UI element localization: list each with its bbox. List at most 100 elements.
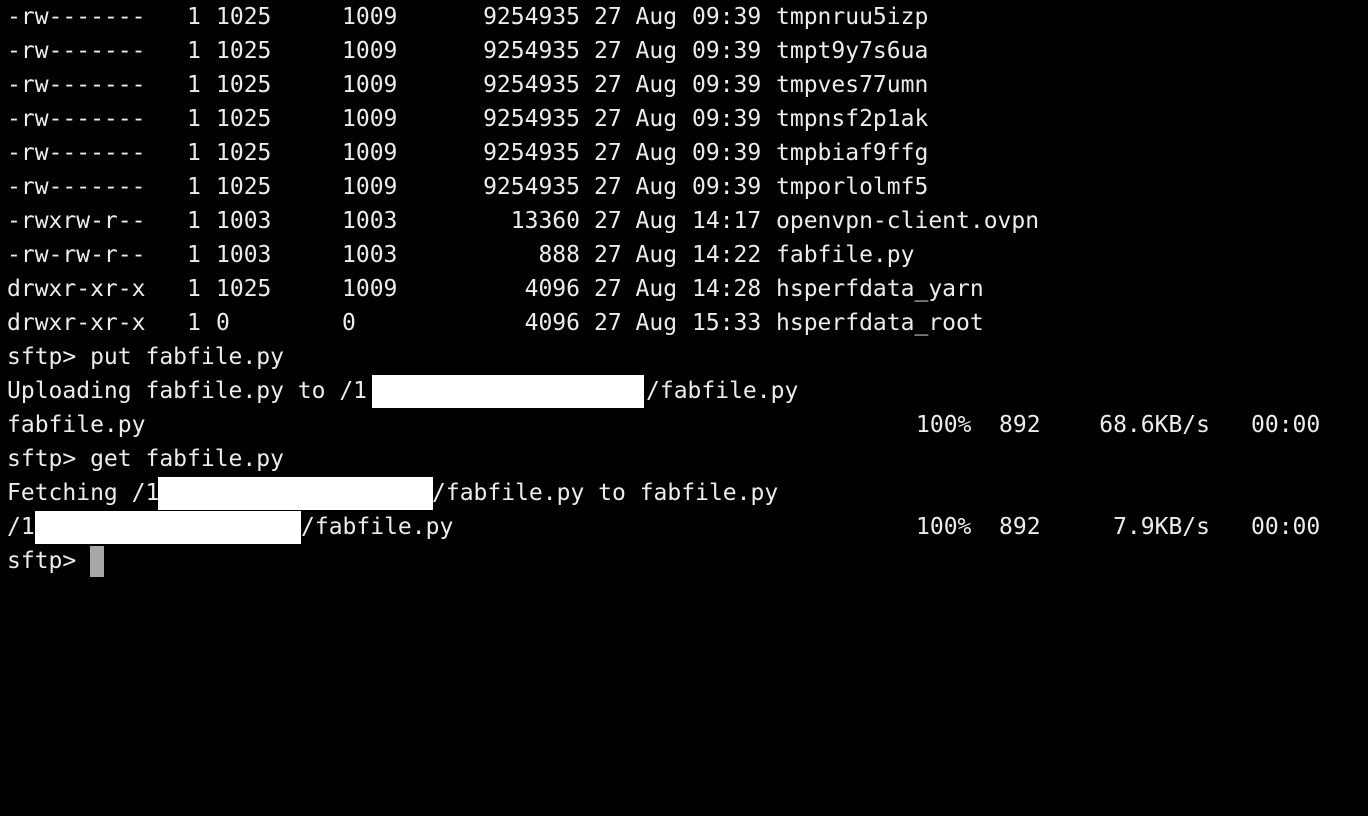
terminal-window[interactable]: -rw------- 1 1025 1009 9254935 27 Aug 09:39 tmp… [0,0,1368,602]
upload-progress-percent: 100% [916,412,972,438]
file-name: fabfile.py [776,242,915,268]
file-name: tmpnruu5izp [776,4,929,30]
file-time: 09:39 [692,106,762,132]
link-count: 1 [187,38,201,64]
permissions: -rw-rw-r-- [7,242,146,268]
upload-progress-file: fabfile.py [7,412,146,438]
owner-id: 1025 [216,106,272,132]
permissions: -rwxrw-r-- [7,208,146,234]
file-time: 14:22 [692,242,762,268]
file-date: 27 Aug [594,242,678,268]
file-size: 13360 [510,208,580,234]
link-count: 1 [187,242,201,268]
file-time: 09:39 [692,72,762,98]
listing-row: -rw------- 1 1025 1009 9254935 27 Aug 09:39 tmp… [0,0,1368,34]
text-cursor[interactable] [90,546,104,577]
file-time: 09:39 [692,140,762,166]
file-time: 09:39 [692,174,762,200]
group-id: 1009 [342,174,398,200]
fetch-prefix: Fetching /1 [7,480,160,506]
owner-id: 1025 [216,72,272,98]
get-command-line: sftp> get fabfile.py [0,442,1368,476]
owner-id: 1025 [216,38,272,64]
file-name: tmpves77umn [776,72,929,98]
file-time: 15:33 [692,310,762,336]
download-progress-line: /1 /fabfile.py 100% 892 7.9KB/s 00:00 [0,510,1368,544]
file-date: 27 Aug [594,310,678,336]
file-size: 9254935 [483,4,580,30]
file-date: 27 Aug [594,106,678,132]
fetch-suffix: /fabfile.py to fabfile.py [432,480,779,506]
fetch-status-line: Fetching /1 /fabfile.py to fabfile.py [0,476,1368,510]
file-size: 9254935 [483,174,580,200]
download-progress-eta: 00:00 [1251,514,1321,540]
upload-prefix: Uploading fabfile.py to /1 [7,378,368,404]
owner-id: 1025 [216,174,272,200]
group-id: 1003 [342,242,398,268]
permissions: -rw------- [7,4,146,30]
file-name: hsperfdata_yarn [776,276,984,302]
owner-id: 1025 [216,140,272,166]
file-name: hsperfdata_root [776,310,984,336]
file-size: 9254935 [483,72,580,98]
link-count: 1 [187,140,201,166]
permissions: drwxr-xr-x [7,310,146,336]
listing-row: -rw------- 1 1025 1009 9254935 27 Aug 09:39 tmp… [0,170,1368,204]
file-date: 27 Aug [594,208,678,234]
file-time: 09:39 [692,38,762,64]
owner-id: 1025 [216,276,272,302]
file-date: 27 Aug [594,140,678,166]
link-count: 1 [187,208,201,234]
file-time: 14:28 [692,276,762,302]
upload-status-line: Uploading fabfile.py to /1 /fabfile.py [0,374,1368,408]
group-id: 1003 [342,208,398,234]
sftp-prompt: sftp> [7,548,91,574]
upload-progress-eta: 00:00 [1251,412,1321,438]
file-date: 27 Aug [594,276,678,302]
get-command: sftp> get fabfile.py [7,446,284,472]
permissions: -rw------- [7,38,146,64]
group-id: 1009 [342,140,398,166]
redacted-path [35,511,301,544]
file-size: 9254935 [483,38,580,64]
permissions: -rw------- [7,174,146,200]
listing-row: drwxr-xr-x 1 0 0 4096 27 Aug 15:33 hsperfdata_r… [0,306,1368,340]
upload-progress-rate: 68.6KB/s [1099,412,1210,438]
download-progress-bytes: 892 [999,514,1041,540]
group-id: 1009 [342,72,398,98]
file-name: tmpt9y7s6ua [776,38,929,64]
file-size: 888 [538,242,580,268]
file-date: 27 Aug [594,38,678,64]
group-id: 1009 [342,106,398,132]
redacted-path [158,477,433,510]
owner-id: 0 [216,310,230,336]
listing-row: -rw------- 1 1025 1009 9254935 27 Aug 09:39 tmp… [0,34,1368,68]
file-name: openvpn-client.ovpn [776,208,1040,234]
file-date: 27 Aug [594,174,678,200]
group-id: 1009 [342,38,398,64]
prompt-line[interactable]: sftp> [0,544,1368,578]
download-progress-percent: 100% [916,514,972,540]
permissions: -rw------- [7,72,146,98]
group-id: 0 [342,310,356,336]
directory-listing: -rw------- 1 1025 1009 9254935 27 Aug 09:39 tmp… [0,0,1368,340]
file-date: 27 Aug [594,4,678,30]
link-count: 1 [187,4,201,30]
upload-suffix: /fabfile.py [646,378,799,404]
link-count: 1 [187,276,201,302]
link-count: 1 [187,174,201,200]
redacted-path [372,375,644,408]
listing-row: -rw------- 1 1025 1009 9254935 27 Aug 09:39 tmp… [0,102,1368,136]
listing-row: -rw------- 1 1025 1009 9254935 27 Aug 09:39 tmp… [0,136,1368,170]
file-size: 4096 [524,276,580,302]
download-progress-file-prefix: /1 [7,514,35,540]
file-time: 14:17 [692,208,762,234]
permissions: drwxr-xr-x [7,276,146,302]
owner-id: 1003 [216,208,272,234]
file-name: tmporlolmf5 [776,174,929,200]
listing-row: -rw------- 1 1025 1009 9254935 27 Aug 09:39 tmp… [0,68,1368,102]
permissions: -rw------- [7,106,146,132]
owner-id: 1025 [216,4,272,30]
group-id: 1009 [342,276,398,302]
file-size: 9254935 [483,140,580,166]
